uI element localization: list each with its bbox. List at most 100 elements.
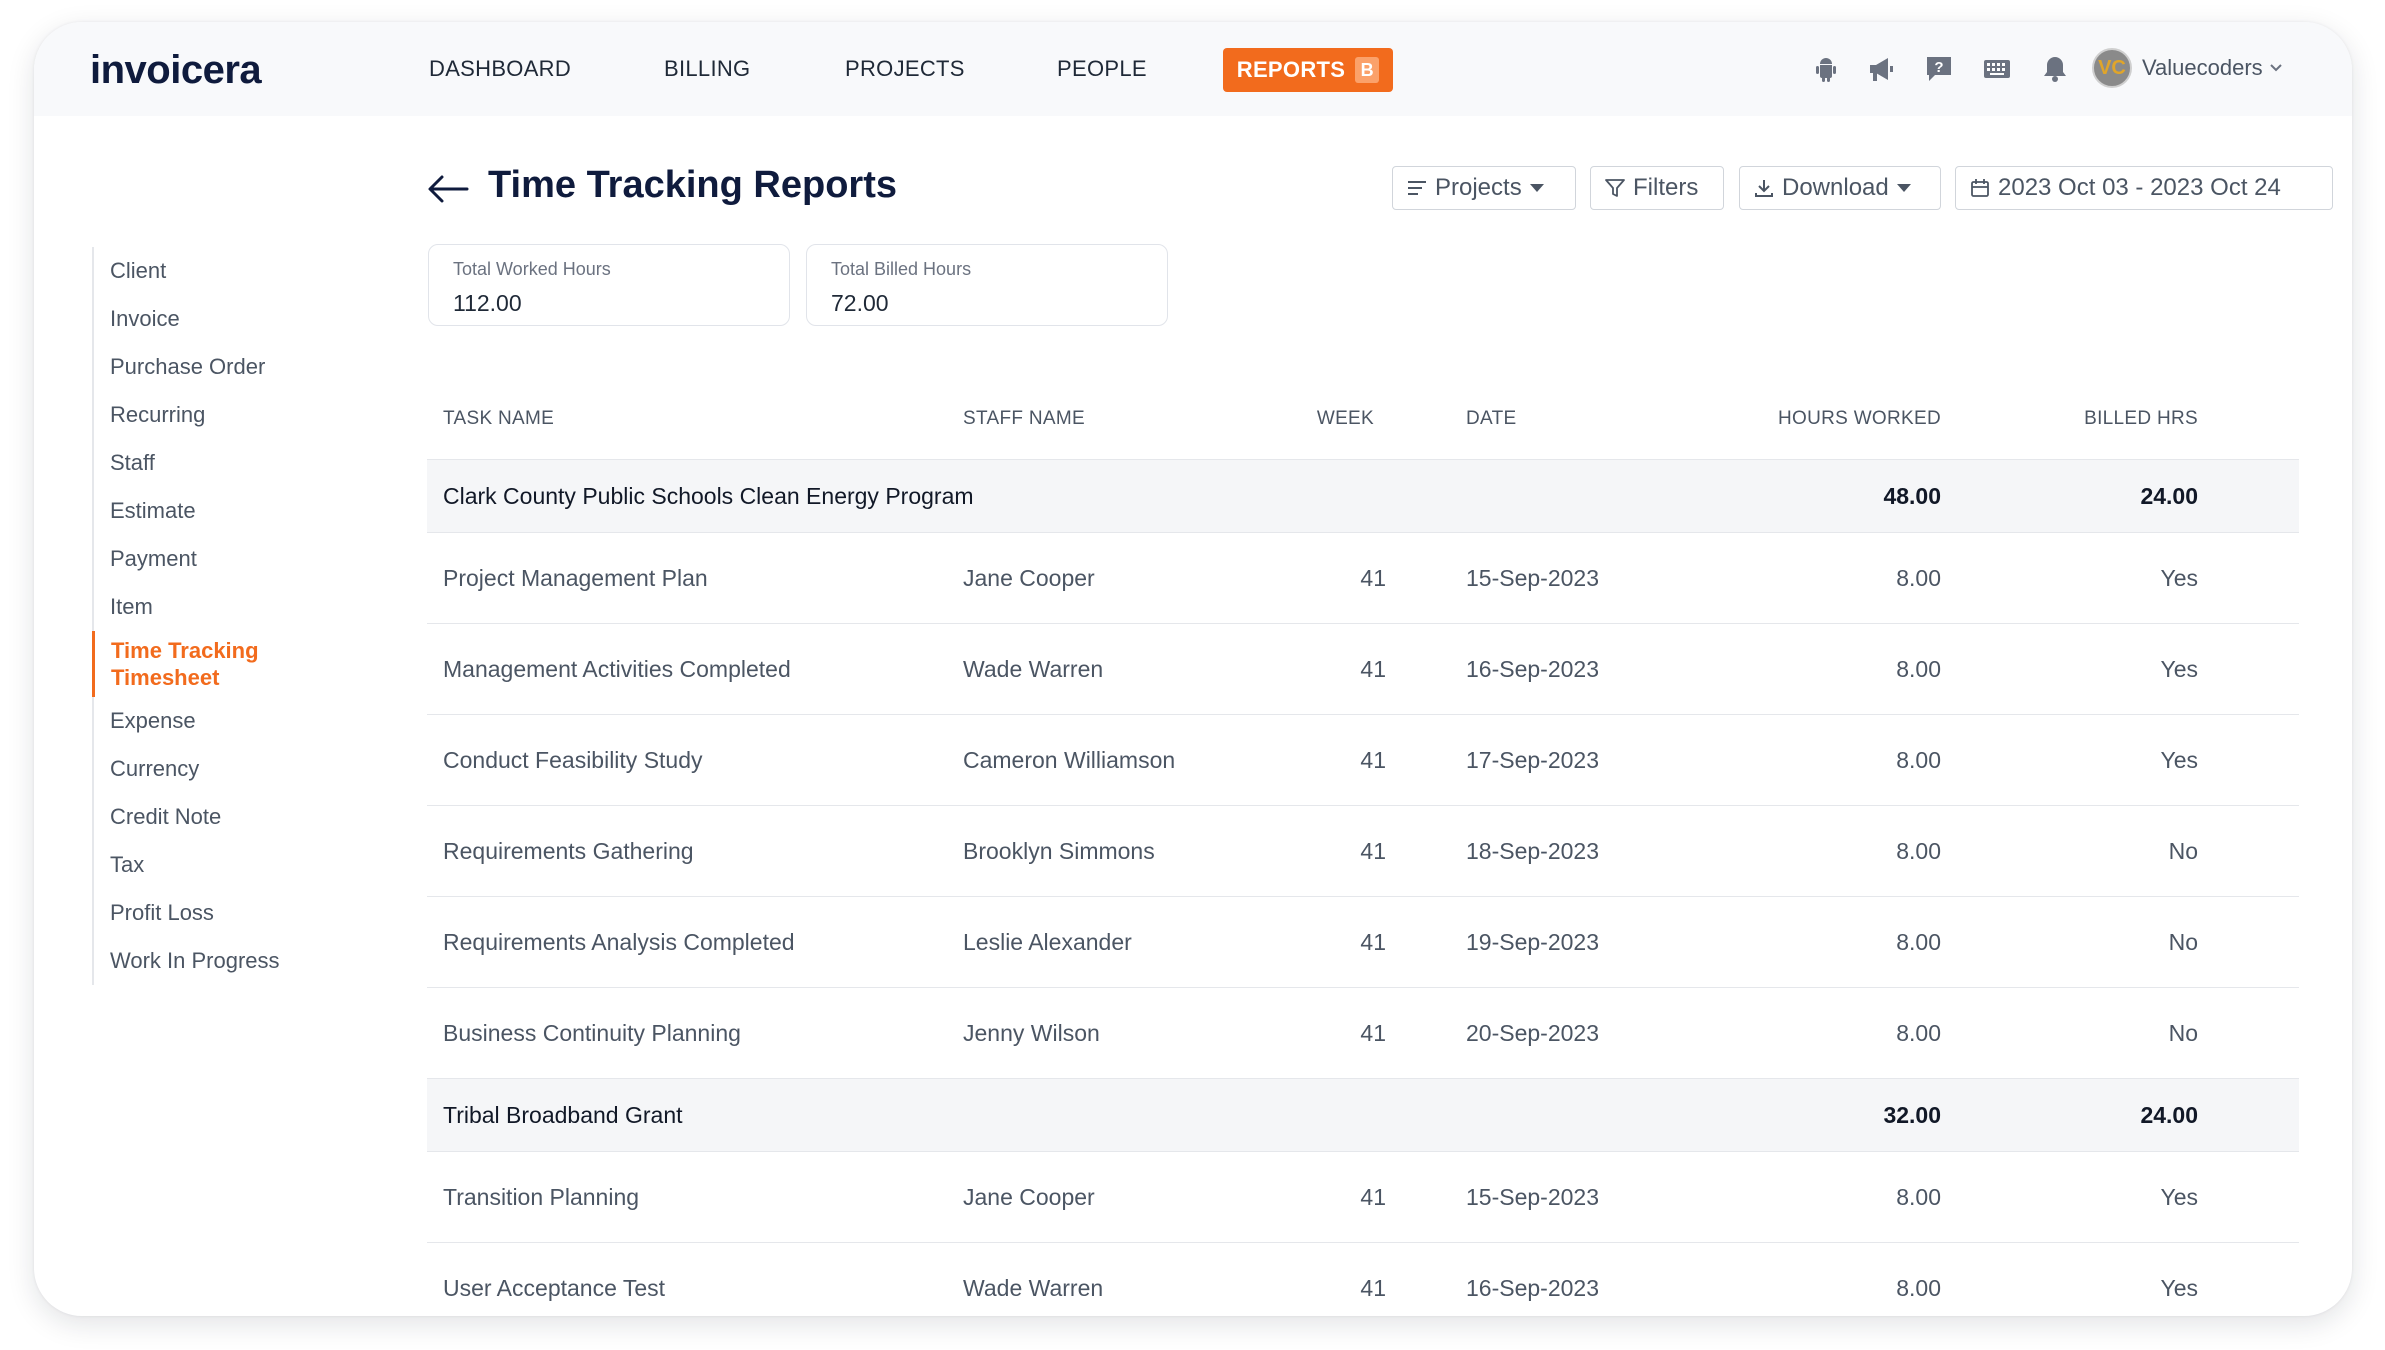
nav-billing[interactable]: BILLING (664, 56, 750, 82)
sidebar-item-payment[interactable]: Payment (94, 535, 352, 583)
billed: Yes (2160, 564, 2198, 591)
total-billed-hours-label: Total Billed Hours (831, 259, 972, 279)
sidebar-item-tax[interactable]: Tax (94, 841, 352, 889)
download-dropdown[interactable]: Download (1739, 166, 1941, 210)
nav-reports-badge: B (1355, 57, 1380, 83)
megaphone-icon[interactable] (1866, 54, 1896, 84)
task-name: Business Continuity Planning (443, 1019, 741, 1046)
sidebar-item-invoice[interactable]: Invoice (94, 295, 352, 343)
date-range-picker[interactable]: 2023 Oct 03 - 2023 Oct 24 (1955, 166, 2333, 210)
sidebar-item-currency[interactable]: Currency (94, 745, 352, 793)
sidebar-item-expense[interactable]: Expense (94, 697, 352, 745)
nav-reports[interactable]: REPORTS B (1223, 48, 1393, 92)
task-name: Conduct Feasibility Study (443, 746, 703, 773)
billed: Yes (2160, 1274, 2198, 1301)
billed: Yes (2160, 1183, 2198, 1210)
bell-icon[interactable] (2040, 54, 2070, 84)
sidebar-item-credit-note[interactable]: Credit Note (94, 793, 352, 841)
group-row[interactable]: Tribal Broadband Grant 32.00 24.00 (427, 1079, 2299, 1152)
billed: No (2168, 1019, 2198, 1046)
col-billed-hrs[interactable]: BILLED HRS (1941, 408, 2198, 430)
group-billed: 24.00 (2140, 482, 2198, 509)
task-name: Transition Planning (443, 1183, 640, 1210)
date: 15-Sep-2023 (1466, 564, 1599, 591)
nav-dashboard[interactable]: DASHBOARD (429, 56, 571, 82)
time-tracking-table: TASK NAME STAFF NAME WEEK DATE HOURS WOR… (427, 378, 2299, 1316)
task-name: Management Activities Completed (443, 655, 791, 682)
staff-name: Leslie Alexander (963, 928, 1132, 955)
nav-reports-label: REPORTS (1236, 57, 1346, 82)
hours-worked: 8.00 (1896, 746, 1941, 773)
chevron-down-icon (2269, 64, 2282, 72)
caret-down-icon (1529, 184, 1544, 192)
date: 16-Sep-2023 (1466, 655, 1599, 682)
download-icon (1755, 180, 1773, 197)
sidebar-item-work-in-progress[interactable]: Work In Progress (94, 937, 352, 985)
col-week[interactable]: WEEK (1247, 408, 1394, 430)
hours-worked: 8.00 (1896, 928, 1941, 955)
date-range-label: 2023 Oct 03 - 2023 Oct 24 (1998, 174, 2281, 201)
total-worked-hours-label: Total Worked Hours (453, 259, 611, 279)
table-row[interactable]: Requirements Gathering Brooklyn Simmons … (427, 806, 2299, 897)
group-row[interactable]: Clark County Public Schools Clean Energy… (427, 460, 2299, 533)
table-row[interactable]: Conduct Feasibility Study Cameron Willia… (427, 715, 2299, 806)
billed: Yes (2160, 746, 2198, 773)
week: 41 (1360, 655, 1386, 682)
sidebar-item-time-tracking-timesheet[interactable]: Time Tracking Timesheet (92, 631, 352, 697)
page-title: Time Tracking Reports (488, 164, 897, 206)
sidebar-item-client[interactable]: Client (94, 247, 352, 295)
table-row[interactable]: Project Management Plan Jane Cooper 41 1… (427, 533, 2299, 624)
date: 19-Sep-2023 (1466, 928, 1599, 955)
android-icon[interactable] (1811, 54, 1841, 84)
back-arrow-icon[interactable] (427, 174, 469, 209)
table-row[interactable]: Business Continuity Planning Jenny Wilso… (427, 988, 2299, 1079)
group-name: Clark County Public Schools Clean Energy… (443, 482, 974, 509)
projects-dropdown[interactable]: Projects (1392, 166, 1576, 210)
date: 17-Sep-2023 (1466, 746, 1599, 773)
caret-down-icon (1896, 184, 1911, 192)
col-hours-worked[interactable]: HOURS WORKED (1614, 408, 1941, 430)
week: 41 (1360, 837, 1386, 864)
help-icon[interactable]: ? (1924, 54, 1954, 84)
table-row[interactable]: User Acceptance Test Wade Warren 41 16-S… (427, 1243, 2299, 1316)
week: 41 (1360, 928, 1386, 955)
sidebar-item-purchase-order[interactable]: Purchase Order (94, 343, 352, 391)
col-date[interactable]: DATE (1394, 408, 1614, 430)
nav-projects[interactable]: PROJECTS (845, 56, 965, 82)
sidebar-item-label-line2: Timesheet (111, 665, 220, 690)
table-row[interactable]: Transition Planning Jane Cooper 41 15-Se… (427, 1152, 2299, 1243)
sidebar-item-staff[interactable]: Staff (94, 439, 352, 487)
staff-name: Jane Cooper (963, 564, 1095, 591)
filters-button[interactable]: Filters (1590, 166, 1724, 210)
sidebar-item-label-line1: Time Tracking (111, 638, 259, 663)
sidebar-item-recurring[interactable]: Recurring (94, 391, 352, 439)
task-name: Requirements Gathering (443, 837, 694, 864)
sidebar-item-estimate[interactable]: Estimate (94, 487, 352, 535)
col-staff-name[interactable]: STAFF NAME (947, 408, 1247, 430)
total-billed-hours-value: 72.00 (831, 290, 889, 316)
total-worked-hours-value: 112.00 (453, 290, 522, 316)
table-row[interactable]: Management Activities Completed Wade War… (427, 624, 2299, 715)
app-window: invoicera DASHBOARD BILLING PROJECTS PEO… (34, 22, 2352, 1316)
nav-people[interactable]: PEOPLE (1057, 56, 1147, 82)
projects-dropdown-label: Projects (1435, 174, 1522, 201)
week: 41 (1360, 1019, 1386, 1046)
date: 16-Sep-2023 (1466, 1274, 1599, 1301)
svg-text:?: ? (1934, 59, 1943, 76)
calendar-icon (1971, 179, 1989, 197)
user-menu[interactable]: Valuecoders (2142, 55, 2283, 81)
table-header: TASK NAME STAFF NAME WEEK DATE HOURS WOR… (427, 378, 2299, 460)
user-avatar[interactable]: VC (2092, 48, 2132, 88)
sidebar-item-profit-loss[interactable]: Profit Loss (94, 889, 352, 937)
week: 41 (1360, 1183, 1386, 1210)
user-name: Valuecoders (2142, 55, 2263, 80)
col-task-name[interactable]: TASK NAME (427, 408, 947, 430)
hours-worked: 8.00 (1896, 655, 1941, 682)
group-hours: 48.00 (1883, 482, 1941, 509)
task-name: Project Management Plan (443, 564, 708, 591)
table-row[interactable]: Requirements Analysis Completed Leslie A… (427, 897, 2299, 988)
sidebar-item-item[interactable]: Item (94, 583, 352, 631)
keyboard-icon[interactable] (1982, 54, 2012, 84)
invoicera-logo[interactable]: invoicera (90, 48, 262, 93)
billed: No (2168, 837, 2198, 864)
